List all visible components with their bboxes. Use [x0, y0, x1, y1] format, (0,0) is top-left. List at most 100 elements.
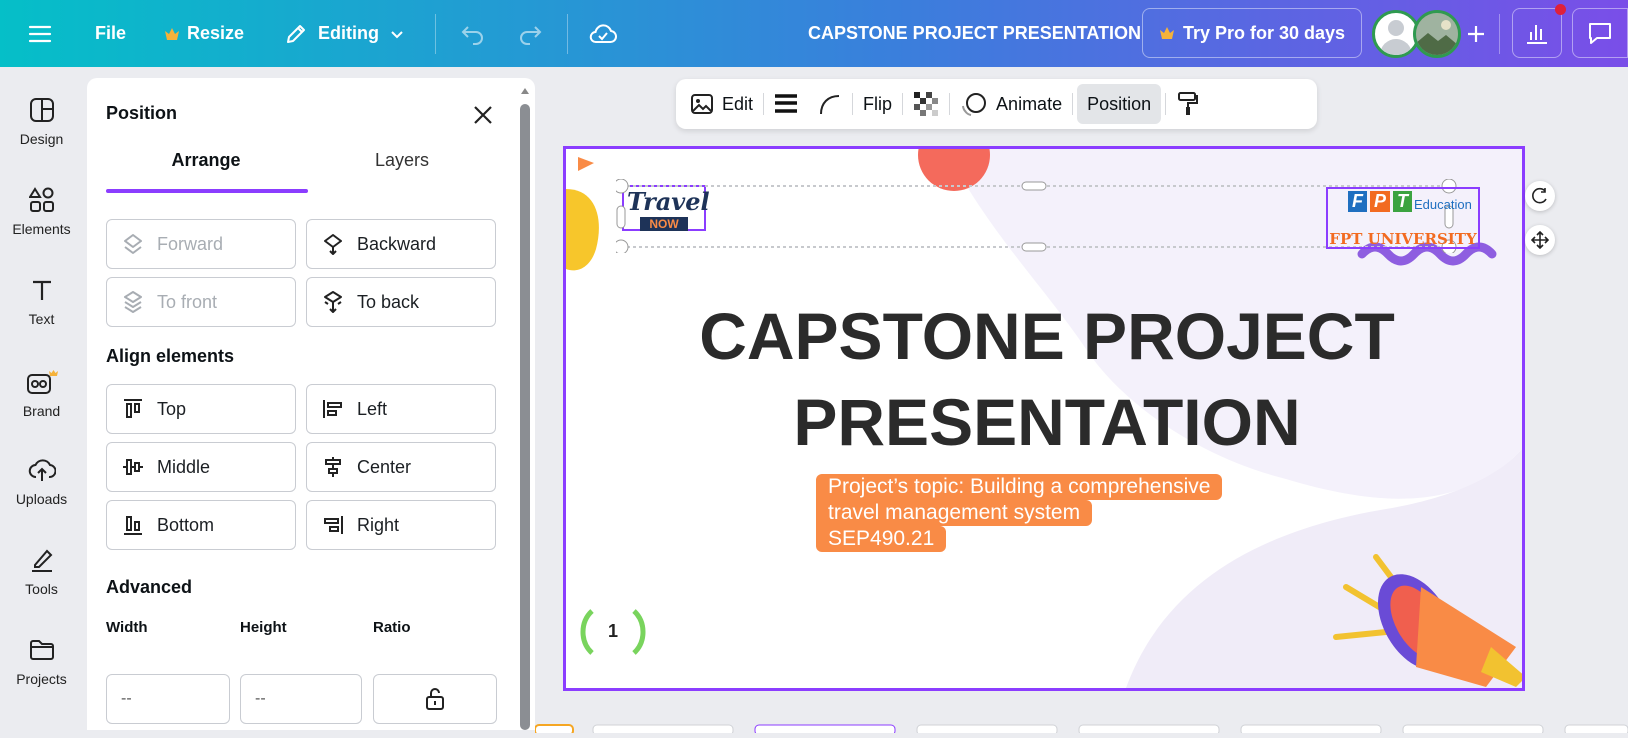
photo-avatar-icon	[1416, 13, 1458, 55]
position-button[interactable]: Position	[1077, 84, 1162, 124]
text-icon	[32, 280, 51, 300]
to-back-button[interactable]: To back	[306, 277, 496, 327]
resize-button[interactable]: Resize	[164, 0, 244, 67]
menu-button[interactable]	[28, 0, 52, 67]
title-line: PRESENTATION	[793, 385, 1301, 459]
image-edit-icon	[691, 94, 713, 114]
notification-dot	[1555, 4, 1566, 15]
align-left-button[interactable]: Left	[306, 384, 496, 434]
document-title[interactable]: CAPSTONE PROJECT PRESENTATION	[808, 0, 1141, 67]
try-pro-label: Try Pro for 30 days	[1182, 22, 1346, 43]
comments-button[interactable]	[1572, 8, 1628, 58]
advanced-heading: Advanced	[106, 577, 193, 597]
insights-button[interactable]	[1512, 8, 1562, 58]
rail-item-elements[interactable]: Elements	[0, 187, 83, 267]
megaphone-illustration	[1333, 554, 1522, 687]
rail-item-design[interactable]: Design	[0, 97, 83, 177]
border-style-button[interactable]	[764, 84, 808, 124]
rotate-handle[interactable]	[1525, 181, 1555, 211]
pencil-icon	[287, 24, 305, 43]
design-icon	[29, 98, 54, 122]
align-bottom-label: Bottom	[157, 514, 215, 535]
context-toolbar: Edit Flip Animate Position	[676, 79, 1317, 129]
ratio-lock-button[interactable]	[373, 674, 497, 724]
projects-icon	[29, 640, 54, 660]
edit-image-button[interactable]: Edit	[680, 84, 763, 124]
crown-icon	[165, 27, 179, 40]
rail-label: Brand	[22, 403, 61, 419]
resize-label: Resize	[187, 23, 245, 43]
align-top-icon	[124, 399, 142, 418]
title-line: CAPSTONE PROJECT	[699, 299, 1395, 373]
rail-item-text[interactable]: Text	[0, 277, 83, 357]
brand-icon	[26, 370, 58, 394]
try-pro-button[interactable]: Try Pro for 30 days	[1142, 8, 1362, 58]
align-heading: Align elements	[106, 346, 235, 366]
animate-label: Animate	[996, 93, 1063, 114]
align-right-button[interactable]: Right	[306, 500, 496, 550]
move-handle[interactable]	[1525, 225, 1555, 255]
rail-item-projects[interactable]: Projects	[0, 637, 83, 717]
tab-arrange[interactable]: Arrange	[106, 150, 306, 171]
rail-label: Uploads	[15, 491, 68, 507]
panel-scrollbar[interactable]	[520, 88, 530, 730]
tab-layers[interactable]: Layers	[302, 150, 502, 171]
user-avatar-icon	[1380, 20, 1412, 55]
align-middle-button[interactable]: Middle	[106, 442, 296, 492]
undo-button[interactable]	[460, 0, 486, 67]
width-field[interactable]: --	[106, 674, 230, 724]
align-center-button[interactable]: Center	[306, 442, 496, 492]
topic-line: travel management system	[816, 500, 1093, 526]
align-right-icon	[324, 516, 343, 534]
divider	[1499, 14, 1500, 54]
rail-label: Elements	[12, 221, 71, 237]
page-number: 1	[607, 621, 618, 641]
rail-label: Projects	[16, 671, 67, 687]
thumbnail-strip	[534, 724, 1628, 736]
align-center-icon	[325, 457, 341, 477]
rail-item-uploads[interactable]: Uploads	[0, 457, 83, 537]
rail-item-tools[interactable]: Tools	[0, 547, 83, 627]
corner-rounding-button[interactable]	[808, 84, 852, 124]
slide-canvas[interactable]: Travel NOW F P T Education FPT UNIVERSIT…	[563, 146, 1525, 691]
align-top-button[interactable]: Top	[106, 384, 296, 434]
flip-button[interactable]: Flip	[853, 84, 902, 124]
to-front-button[interactable]: To front	[106, 277, 296, 327]
fpt-letter: F	[1348, 191, 1367, 212]
animate-icon	[962, 93, 987, 116]
backward-button[interactable]: Backward	[306, 219, 496, 269]
backward-icon	[324, 234, 342, 255]
copy-style-button[interactable]	[1166, 84, 1210, 124]
fpt-logo[interactable]: F P T Education FPT UNIVERSITY	[1326, 187, 1480, 249]
bar-chart-icon	[1527, 25, 1547, 44]
slide-title[interactable]: CAPSTONE PROJECT PRESENTATION	[566, 293, 1522, 465]
redo-button[interactable]	[517, 0, 543, 67]
divider	[435, 14, 436, 54]
add-collaborator-button[interactable]	[1465, 0, 1487, 67]
width-label: Width	[106, 619, 148, 636]
rail-item-brand[interactable]: Brand	[0, 367, 83, 447]
editing-mode-dropdown[interactable]: Editing	[284, 0, 405, 67]
animate-button[interactable]: Animate	[950, 84, 1072, 124]
comment-icon	[1589, 23, 1611, 44]
align-center-label: Center	[357, 456, 412, 477]
plus-icon	[1468, 25, 1484, 42]
forward-label: Forward	[157, 233, 224, 254]
height-field[interactable]: --	[240, 674, 362, 724]
to-back-icon	[324, 291, 342, 313]
border-weight-icon	[775, 94, 798, 113]
height-label: Height	[240, 619, 287, 636]
save-status-button[interactable]	[589, 0, 617, 67]
forward-button[interactable]: Forward	[106, 219, 296, 269]
file-menu[interactable]: File	[95, 0, 126, 67]
project-topic-box[interactable]: Project’s topic: Building a comprehensiv…	[816, 474, 1223, 552]
position-panel: Position Arrange Layers Forward Backward…	[87, 78, 535, 730]
align-bottom-button[interactable]: Bottom	[106, 500, 296, 550]
transparency-button[interactable]	[903, 84, 949, 124]
close-button[interactable]	[470, 102, 496, 128]
forward-icon	[124, 234, 142, 254]
align-left-icon	[323, 400, 342, 418]
avatar[interactable]	[1413, 10, 1461, 58]
cloud-check-icon	[589, 23, 617, 43]
align-bottom-icon	[124, 516, 142, 535]
